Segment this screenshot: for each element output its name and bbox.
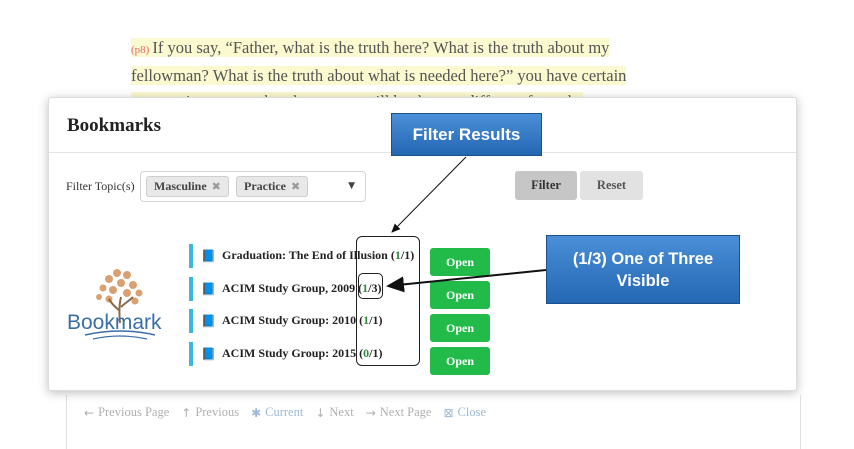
open-button[interactable]: Open bbox=[430, 248, 490, 276]
chevron-down-icon[interactable]: ▼ bbox=[348, 181, 355, 191]
arrow-left-icon: ← bbox=[84, 405, 95, 420]
remove-chip-icon[interactable]: ✖ bbox=[212, 180, 221, 193]
asterisk-icon: ✱ bbox=[251, 405, 262, 420]
remove-chip-icon[interactable]: ✖ bbox=[291, 180, 300, 193]
arrow-right-icon: → bbox=[365, 405, 376, 420]
bookmark-title: ACIM Study Group: 2015 bbox=[222, 346, 357, 360]
close-box-icon: ⊠ bbox=[443, 405, 454, 420]
paragraph-number: (p8) bbox=[131, 44, 150, 56]
count-highlight-circle bbox=[358, 273, 383, 299]
reset-button[interactable]: Reset bbox=[580, 171, 643, 200]
paragraph-line-2: fellowman? What is the truth about what … bbox=[131, 66, 627, 85]
topic-select[interactable]: Masculine ✖ Practice ✖ ▼ bbox=[140, 171, 366, 202]
arrow-up-icon: ↑ bbox=[181, 405, 192, 420]
topic-chip-masculine: Masculine ✖ bbox=[146, 176, 229, 197]
bookmark-bar bbox=[189, 342, 193, 366]
paragraph-line-1: If you say, “Father, what is the truth h… bbox=[152, 38, 610, 57]
open-button[interactable]: Open bbox=[430, 281, 490, 309]
previous-link[interactable]: ↑ Previous bbox=[181, 405, 239, 420]
current-link[interactable]: ✱ Current bbox=[251, 405, 303, 420]
bookmark-bar bbox=[189, 309, 193, 333]
bookmark-bar bbox=[189, 277, 193, 301]
previous-page-link[interactable]: ← Previous Page bbox=[84, 405, 169, 420]
book-icon: 📘 bbox=[201, 282, 216, 296]
modal-title: Bookmarks bbox=[67, 115, 161, 136]
next-page-link[interactable]: → Next Page bbox=[366, 405, 432, 420]
open-button[interactable]: Open bbox=[430, 347, 490, 375]
filter-button[interactable]: Filter bbox=[515, 171, 577, 200]
close-link[interactable]: ⊠ Close bbox=[443, 405, 486, 420]
filter-results-callout: Filter Results bbox=[391, 113, 542, 156]
bookmark-bar bbox=[189, 244, 193, 268]
page-navigation: ← Previous Page ↑ Previous ✱ Current ↓ Next … bbox=[66, 395, 801, 449]
book-icon: 📘 bbox=[201, 347, 216, 361]
bookmark-title: ACIM Study Group: 2010 bbox=[222, 313, 357, 327]
one-of-three-callout: (1/3) One of Three Visible bbox=[546, 235, 740, 304]
bookmark-title: ACIM Study Group, 2009 bbox=[222, 281, 356, 295]
book-icon: 📘 bbox=[201, 314, 216, 328]
bookmark-logo: Bookmark bbox=[67, 269, 162, 340]
counts-highlight-box bbox=[356, 236, 420, 366]
filter-topic-label: Filter Topic(s) bbox=[66, 179, 135, 193]
book-icon: 📘 bbox=[201, 249, 216, 263]
open-button[interactable]: Open bbox=[430, 314, 490, 342]
topic-chip-practice: Practice ✖ bbox=[236, 176, 309, 197]
arrow-down-icon: ↓ bbox=[315, 405, 326, 420]
next-link[interactable]: ↓ Next bbox=[315, 405, 353, 420]
